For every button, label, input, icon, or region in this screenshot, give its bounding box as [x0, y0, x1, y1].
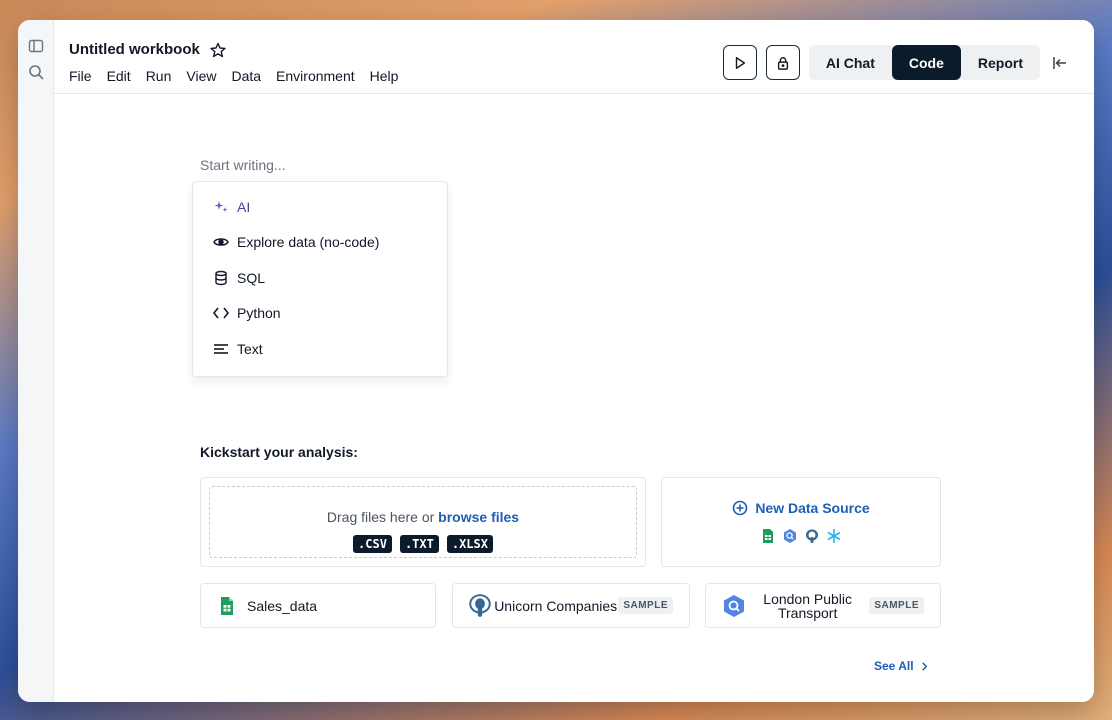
mode-code[interactable]: Code: [891, 45, 961, 80]
database-icon: [215, 270, 227, 286]
menu-item-ai[interactable]: AI: [213, 199, 250, 215]
star-icon[interactable]: [210, 42, 226, 58]
collapse-panel-icon[interactable]: [1052, 55, 1068, 71]
format-badge-xlsx: .XLSX: [446, 535, 493, 553]
source-label: London Public Transport: [763, 590, 853, 621]
browse-files-link[interactable]: browse files: [438, 509, 519, 525]
menu-item-label: Text: [237, 341, 263, 357]
workbook-title[interactable]: Untitled workbook: [69, 41, 200, 58]
bigquery-icon: [724, 594, 744, 617]
drag-text: Drag files here or: [326, 509, 435, 525]
google-sheets-icon: [760, 528, 776, 544]
source-card-london-public-transport[interactable]: London Public Transport SAMPLE: [705, 583, 941, 628]
file-dropzone[interactable]: Drag files here or browse files .CSV .TX…: [209, 486, 637, 558]
lock-icon: [777, 56, 788, 70]
mode-switcher: AI Chat Code Report: [808, 45, 1040, 80]
postgres-icon: [469, 593, 491, 617]
menu-edit[interactable]: Edit: [107, 68, 131, 84]
menu-view[interactable]: View: [186, 68, 216, 84]
new-data-source-card[interactable]: New Data Source: [661, 477, 941, 567]
upload-card[interactable]: Drag files here or browse files .CSV .TX…: [200, 477, 646, 567]
google-sheets-icon: [221, 596, 233, 615]
text-lines-icon: [214, 344, 228, 354]
bigquery-icon: [782, 528, 798, 544]
menu-bar: File Edit Run View Data Environment Help: [69, 68, 398, 84]
menu-item-text[interactable]: Text: [213, 341, 263, 357]
code-brackets-icon: [213, 307, 229, 319]
search-icon[interactable]: [28, 64, 44, 80]
sidebar-toggle-icon[interactable]: [28, 38, 44, 54]
postgres-icon: [804, 528, 820, 544]
format-badges: .CSV .TXT .XLSX: [210, 535, 636, 553]
source-card-sales-data[interactable]: Sales_data: [200, 583, 436, 628]
new-data-source-label: New Data Source: [755, 500, 870, 516]
play-icon: [735, 56, 745, 69]
menu-help[interactable]: Help: [370, 68, 399, 84]
sample-badge: SAMPLE: [618, 597, 673, 614]
mode-report[interactable]: Report: [961, 45, 1040, 80]
sparkle-icon: [214, 201, 228, 213]
snowflake-icon: [826, 528, 842, 544]
run-button[interactable]: [722, 45, 757, 80]
menu-item-label: AI: [237, 199, 251, 215]
left-rail: [18, 20, 54, 702]
toolbar: AI Chat Code Report: [722, 45, 1068, 80]
menu-item-sql[interactable]: SQL: [213, 270, 265, 286]
menu-item-python[interactable]: Python: [213, 305, 281, 321]
kickstart-heading: Kickstart your analysis:: [200, 444, 358, 460]
plus-circle-icon: [733, 500, 748, 516]
menu-item-label: Python: [237, 305, 281, 321]
menu-item-label: Explore data (no-code): [237, 234, 380, 250]
workbook-header: Untitled workbook File Edit Run View Dat…: [54, 20, 1094, 94]
mode-ai-chat[interactable]: AI Chat: [809, 45, 892, 80]
sample-badge: SAMPLE: [869, 597, 924, 614]
lock-button[interactable]: [765, 45, 800, 80]
menu-environment[interactable]: Environment: [276, 68, 355, 84]
menu-data[interactable]: Data: [231, 68, 261, 84]
format-badge-csv: .CSV: [353, 535, 392, 553]
eye-icon: [213, 238, 229, 246]
menu-item-explore-data[interactable]: Explore data (no-code): [213, 234, 379, 250]
app-window: Untitled workbook File Edit Run View Dat…: [18, 20, 1094, 702]
see-all-link[interactable]: See All: [874, 659, 929, 673]
workbook-canvas: Start writing... AI Explore data (no-cod…: [54, 95, 1094, 702]
menu-run[interactable]: Run: [146, 68, 172, 84]
menu-item-label: SQL: [237, 270, 266, 286]
see-all-label: See All: [874, 659, 914, 673]
menu-file[interactable]: File: [69, 68, 92, 84]
chevron-right-icon: [921, 661, 927, 671]
source-card-unicorn-companies[interactable]: Unicorn Companies SAMPLE: [452, 583, 690, 628]
cell-type-menu: AI Explore data (no-code) SQL Python Tex…: [192, 181, 448, 377]
source-type-icons: [662, 528, 940, 544]
editor-placeholder[interactable]: Start writing...: [200, 157, 286, 173]
format-badge-txt: .TXT: [399, 535, 439, 553]
source-label: Unicorn Companies: [494, 597, 618, 614]
source-label: Sales_data: [247, 597, 318, 614]
